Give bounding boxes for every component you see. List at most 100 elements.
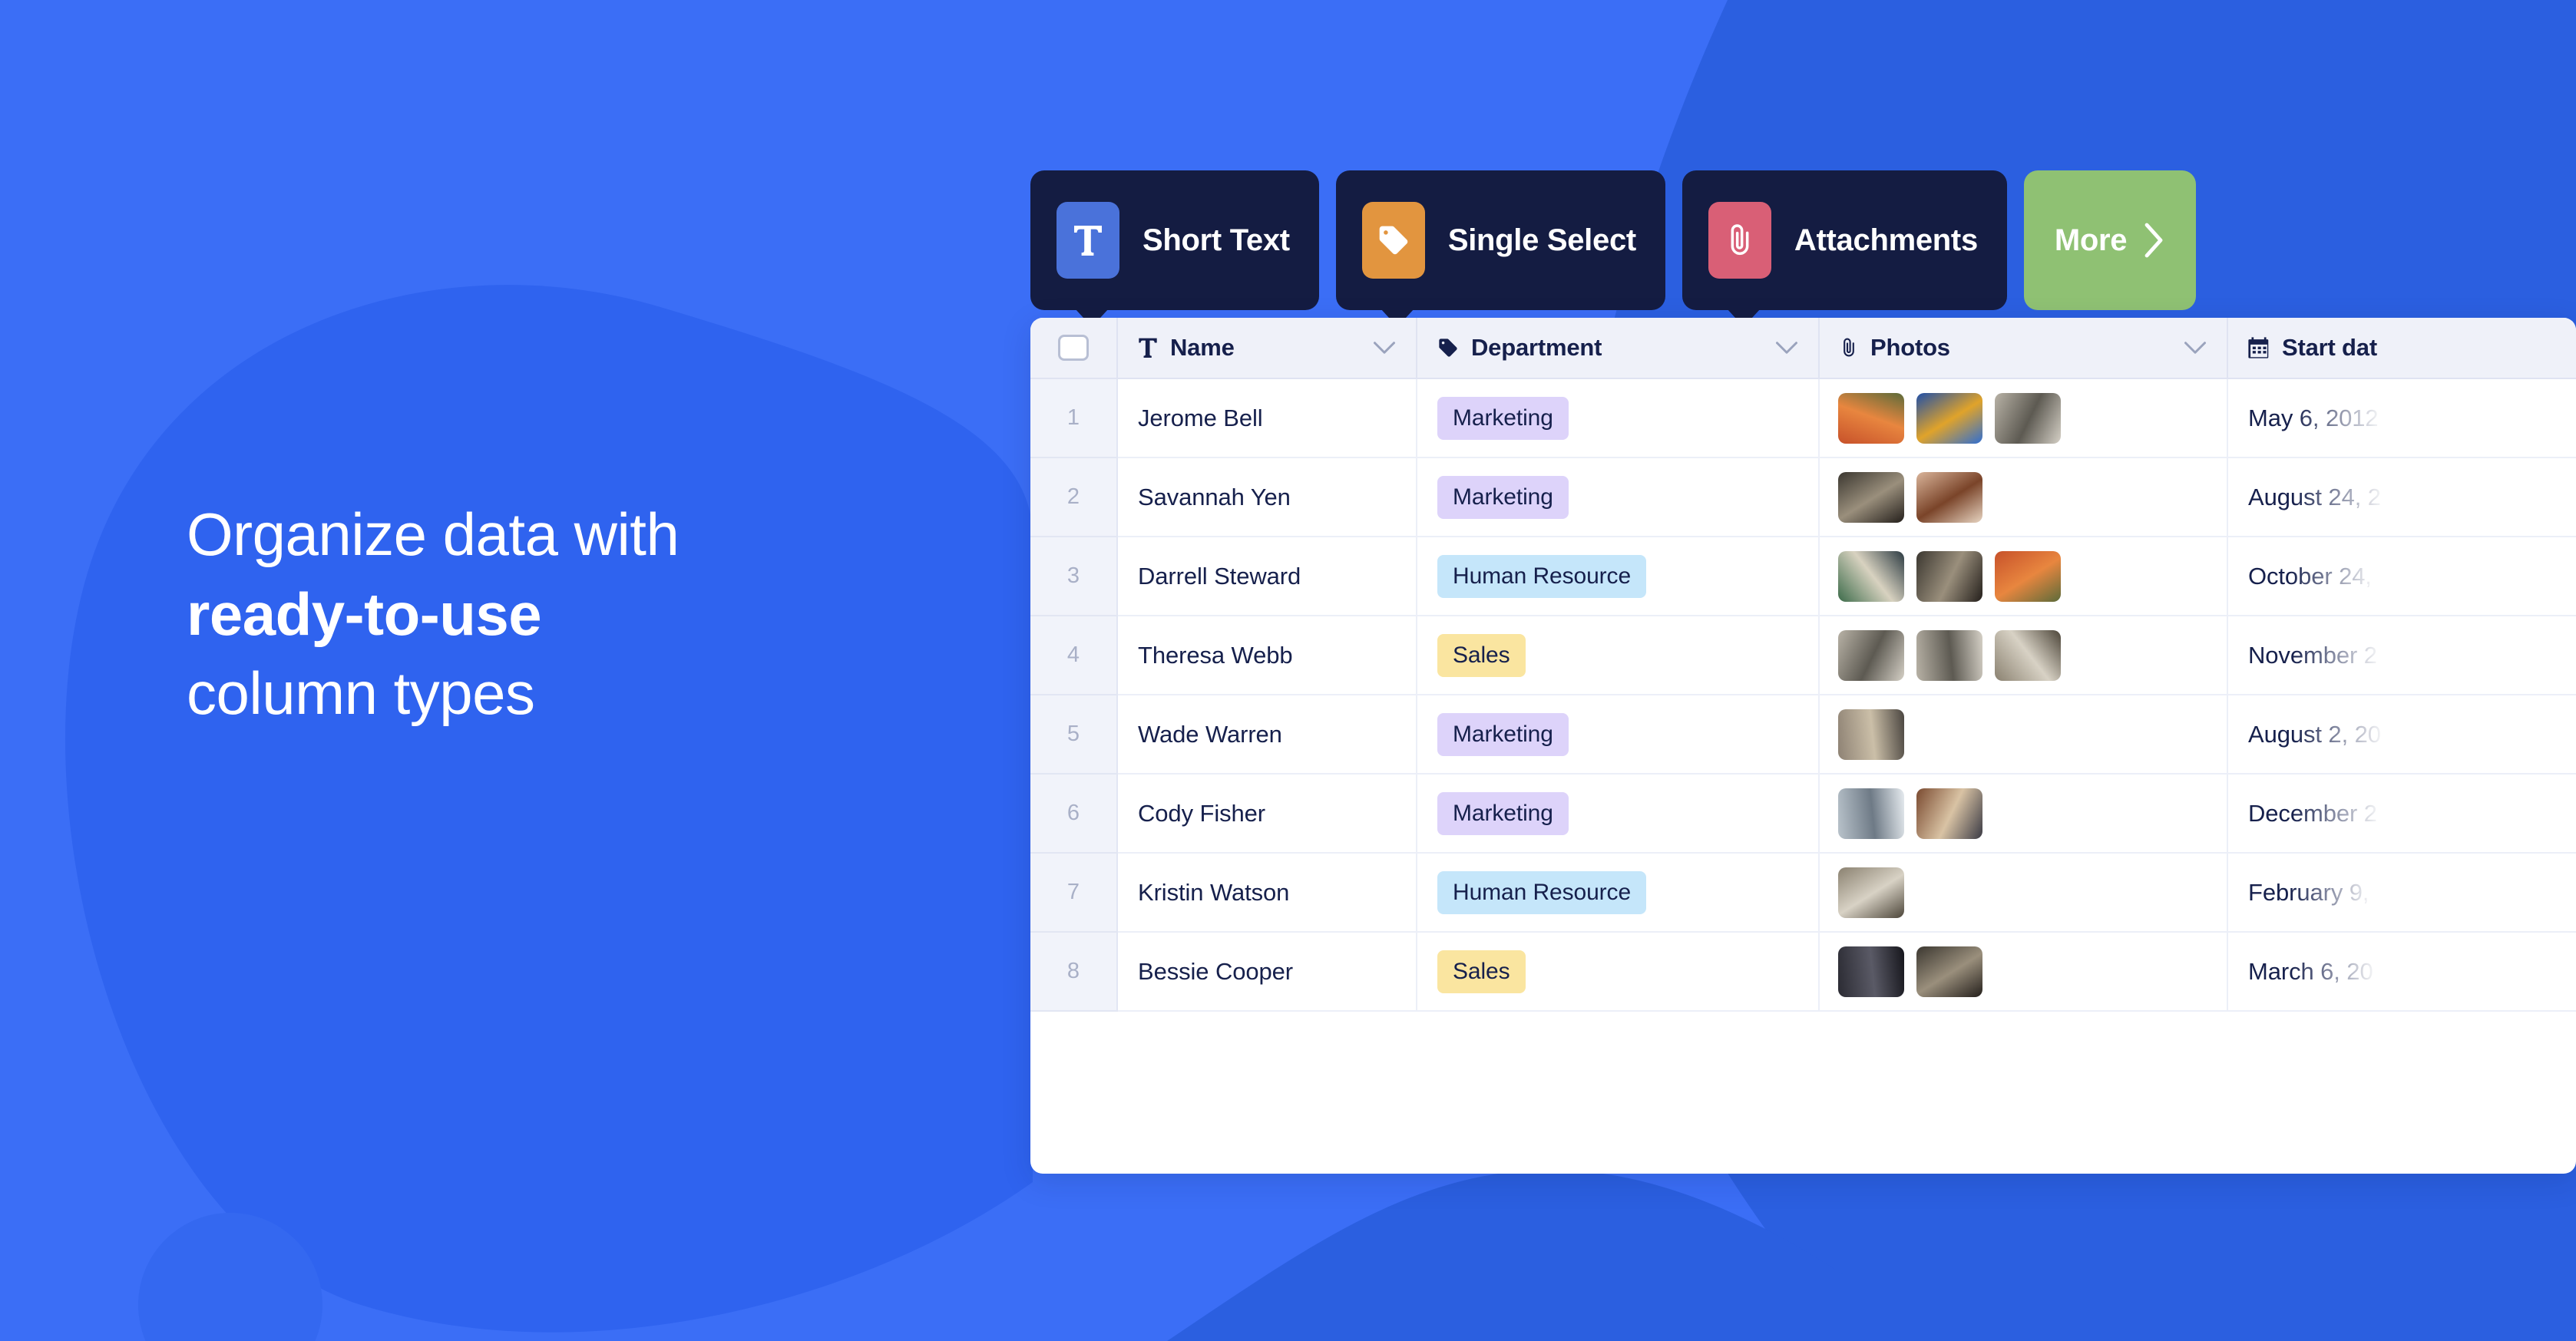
table-cell-photos[interactable] (1820, 695, 2228, 775)
photo-twin-lamps-art[interactable] (1916, 629, 1982, 681)
table-cell-start-date[interactable]: November 2 (2228, 616, 2576, 695)
start-date-text: August 2, 20 (2248, 720, 2381, 748)
chip-more-button[interactable]: More (2023, 170, 2197, 310)
table-cell-photos[interactable] (1820, 933, 2228, 1012)
table-cell-photos[interactable] (1820, 458, 2228, 537)
photo-blue-mural-train[interactable] (1916, 392, 1982, 444)
department-tag: Marketing (1437, 712, 1569, 756)
table-cell-name-text: Bessie Cooper (1138, 957, 1294, 985)
table-cell-start-date[interactable]: December 2 (2228, 775, 2576, 854)
table-row-number[interactable]: 7 (1030, 854, 1118, 933)
table-cell-name[interactable]: Darrell Steward (1118, 537, 1417, 616)
tag-icon (1379, 226, 1408, 255)
photo-person-standing[interactable] (1995, 629, 2061, 681)
photo-silver-clock-tray[interactable] (1916, 788, 1982, 839)
table-cell-start-date[interactable]: February 9, (2228, 854, 2576, 933)
photo-steak-plate[interactable] (1995, 550, 2061, 602)
table-cell-department[interactable]: Marketing (1417, 458, 1820, 537)
table-cell-photos[interactable] (1820, 775, 2228, 854)
table-cell-department[interactable]: Human Resource (1417, 537, 1820, 616)
table-cell-start-date[interactable]: August 24, 2 (2228, 458, 2576, 537)
department-tag: Marketing (1437, 791, 1569, 835)
promo-banner: Organize data with ready-to-use column t… (0, 0, 2576, 1341)
start-date-text: November 2 (2248, 641, 2377, 669)
table-header-department-label: Department (1471, 334, 1602, 361)
table-cell-start-date[interactable]: October 24, (2228, 537, 2576, 616)
photo-burger-plate[interactable] (1838, 471, 1904, 523)
table-row-number[interactable]: 3 (1030, 537, 1118, 616)
chip-attachments[interactable]: Attachments (1682, 170, 2007, 327)
table-cell-department[interactable]: Marketing (1417, 775, 1820, 854)
table-row-number[interactable]: 6 (1030, 775, 1118, 854)
table-header-photos-label: Photos (1870, 334, 1950, 361)
start-date-text: October 24, (2248, 562, 2372, 590)
chip-short-text[interactable]: Short Text (1030, 170, 1319, 327)
table-cell-name[interactable]: Theresa Webb (1118, 616, 1417, 695)
start-date-text: March 6, 20 (2248, 957, 2373, 985)
table-row-number[interactable]: 5 (1030, 695, 1118, 775)
chevron-down-icon[interactable] (1373, 341, 1396, 355)
table-cell-photos[interactable] (1820, 854, 2228, 933)
photo-jacket-sneakers[interactable] (1838, 708, 1904, 760)
chip-single-select[interactable]: Single Select (1335, 170, 1665, 327)
table-cell-name[interactable]: Jerome Bell (1118, 379, 1417, 458)
chip-short-text-label: Short Text (1143, 223, 1290, 257)
photo-coffee-cup-hand[interactable] (1838, 788, 1904, 839)
table-cell-department[interactable]: Sales (1417, 933, 1820, 1012)
table-cell-name[interactable]: Kristin Watson (1118, 854, 1417, 933)
photo-curry-pot[interactable] (1838, 629, 1904, 681)
table-header-start-date-label: Start dat (2282, 334, 2377, 361)
table-cell-name[interactable]: Savannah Yen (1118, 458, 1417, 537)
table-cell-start-date[interactable]: March 6, 20 (2228, 933, 2576, 1012)
background-wedge-bottom (1167, 1169, 2576, 1341)
table-cell-photos[interactable] (1820, 616, 2228, 695)
department-tag: Sales (1437, 633, 1526, 677)
photo-orange-artwork[interactable] (1995, 392, 2061, 444)
table-row-number[interactable]: 1 (1030, 379, 1118, 458)
table-header-photos[interactable]: Photos (1820, 318, 2228, 379)
department-tag: Sales (1437, 950, 1526, 993)
tag-icon (1439, 339, 1457, 357)
table-cell-name-text: Wade Warren (1138, 720, 1282, 748)
table-cell-start-date[interactable]: May 6, 2012 (2228, 379, 2576, 458)
background-circle-bottom-left (138, 1213, 322, 1341)
photo-shrimp-dish[interactable] (1838, 867, 1904, 918)
table-cell-department[interactable]: Sales (1417, 616, 1820, 695)
headline-line-2: ready-to-use (187, 580, 542, 648)
table-cell-name-text: Theresa Webb (1138, 641, 1293, 669)
table-header-select-all[interactable] (1030, 318, 1118, 379)
table-cell-start-date[interactable]: August 2, 20 (2228, 695, 2576, 775)
background-blob-left (64, 285, 1033, 1333)
table-cell-name-text: Kristin Watson (1138, 878, 1290, 906)
table-cell-photos[interactable] (1820, 379, 2228, 458)
text-type-icon (1074, 226, 1102, 256)
photo-woman-writing-cafe[interactable] (1916, 946, 1982, 997)
single-select-icon-tile (1361, 202, 1425, 279)
photo-dark-shoe-bag[interactable] (1916, 471, 1982, 523)
table-cell-name-text: Darrell Steward (1138, 562, 1301, 590)
photo-person-shopfront[interactable] (1838, 392, 1904, 444)
table-cell-name[interactable]: Bessie Cooper (1118, 933, 1417, 1012)
table-row-number[interactable]: 2 (1030, 458, 1118, 537)
checkbox-icon[interactable] (1058, 335, 1089, 361)
table-cell-department[interactable]: Marketing (1417, 379, 1820, 458)
table-header-name[interactable]: Name (1118, 318, 1417, 379)
table-cell-department[interactable]: Human Resource (1417, 854, 1820, 933)
table-cell-photos[interactable] (1820, 537, 2228, 616)
department-tag: Marketing (1437, 475, 1569, 519)
chip-more-label: More (2054, 223, 2128, 257)
table-cell-name-text: Savannah Yen (1138, 483, 1291, 510)
chevron-down-icon[interactable] (2184, 341, 2207, 355)
table-cell-name[interactable]: Wade Warren (1118, 695, 1417, 775)
table-row-number[interactable]: 8 (1030, 933, 1118, 1012)
photo-cap-watch-glasses[interactable] (1838, 550, 1904, 602)
table-cell-department[interactable]: Marketing (1417, 695, 1820, 775)
table-cell-name[interactable]: Cody Fisher (1118, 775, 1417, 854)
table-header-start-date[interactable]: Start dat (2228, 318, 2576, 379)
photo-pouring-tea[interactable] (1838, 946, 1904, 997)
table-header-department[interactable]: Department (1417, 318, 1820, 379)
start-date-text: December 2 (2248, 799, 2377, 827)
photo-city-sculpture[interactable] (1916, 550, 1982, 602)
chevron-down-icon[interactable] (1775, 341, 1798, 355)
table-row-number[interactable]: 4 (1030, 616, 1118, 695)
